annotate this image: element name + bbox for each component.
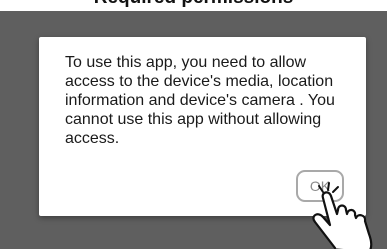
header-title: Required permissions — [0, 0, 387, 9]
hand-pointer-icon — [312, 182, 373, 249]
dialog-message: To use this app, you need to allow acces… — [65, 54, 335, 147]
header-bar: Required permissions — [0, 0, 387, 11]
